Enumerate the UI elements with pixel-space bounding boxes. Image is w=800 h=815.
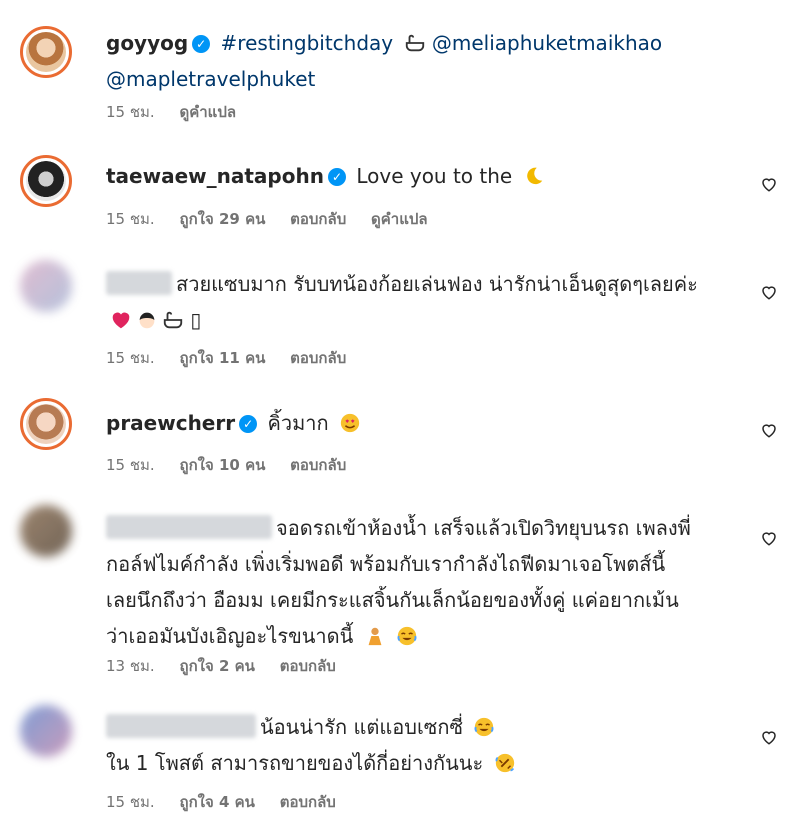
comment-body: จอดรถเข้าห้องน้ำ เสร็จแล้วเปิดวิทยุบนรถ … (106, 510, 740, 654)
comment-body: สวยแซบมาก รับบทน้องก้อยเล่นฟอง น่ารักน่า… (106, 266, 740, 338)
verified-badge-icon: ✓ (239, 415, 258, 433)
reply-button[interactable]: ตอบกลับ (290, 456, 346, 474)
bathtub-icon (163, 311, 183, 329)
timestamp: 15 ชม. (106, 456, 155, 474)
username[interactable]: praewcherr (106, 411, 235, 435)
heart-outline-icon[interactable] (760, 728, 778, 746)
avatar[interactable] (20, 398, 72, 450)
bathtub-icon (405, 34, 424, 52)
crescent-moon-icon (526, 167, 542, 185)
comment-meta: 13 ชม. ถูกใจ 2 คน ตอบกลับ (106, 654, 356, 678)
comment-meta: 15 ชม. ถูกใจ 4 คน ตอบกลับ (106, 790, 356, 814)
tears-of-joy-emoji-icon (397, 626, 417, 646)
reply-button[interactable]: ตอบกลับ (280, 657, 336, 675)
verified-badge-icon: ✓ (327, 168, 346, 186)
timestamp: 15 ชม. (106, 210, 155, 228)
timestamp: 13 ชม. (106, 657, 155, 675)
username[interactable]: goyyog (106, 31, 188, 55)
emoji-group: ▯ (106, 308, 201, 332)
comment-meta: 15 ชม. ถูกใจ 11 คน ตอบกลับ (106, 346, 366, 370)
see-translation-link[interactable]: ดูคำแปล (371, 210, 428, 228)
comment-text: ▯ (190, 308, 202, 332)
comment-body: praewcherr ✓ คิ้วมาก (106, 405, 740, 441)
comment-text: ใน 1 โพสต์ สามารถขายของได้กี่อย่างกันนะ (106, 751, 484, 775)
comment-text: กอล์ฟไมค์กำลัง เพิ่งเริ่มพอดี พร้อมกับเร… (106, 552, 666, 576)
comment-meta: 15 ชม. ถูกใจ 10 คน ตอบกลับ (106, 453, 366, 477)
timestamp: 15 ชม. (106, 103, 155, 121)
avatar[interactable] (20, 26, 72, 78)
comment-text: เลยนึกถึงว่า อือมม เคยมีกระแสจิ้นกันเล็ก… (106, 588, 679, 612)
reply-button[interactable]: ตอบกลับ (290, 210, 346, 228)
heart-outline-icon[interactable] (760, 175, 778, 193)
reply-button[interactable]: ตอบกลับ (280, 793, 336, 811)
comment-text: จอดรถเข้าห้องน้ำ เสร็จแล้วเปิดวิทยุบนรถ … (276, 516, 691, 540)
likes-count[interactable]: ถูกใจ 11 คน (179, 349, 265, 367)
avatar[interactable] (20, 260, 72, 312)
likes-count[interactable]: ถูกใจ 10 คน (179, 456, 265, 474)
comments-feed: goyyog ✓ #restingbitchday @meliaphuketmai… (0, 0, 800, 815)
red-heart-icon (112, 312, 130, 329)
username[interactable]: taewaew_natapohn (106, 164, 324, 188)
timestamp: 15 ชม. (106, 349, 155, 367)
tears-of-joy-emoji-icon (474, 717, 494, 737)
avatar[interactable] (20, 705, 72, 757)
comment-body: goyyog ✓ #restingbitchday @meliaphuketmai… (106, 25, 740, 97)
hashtag-link[interactable]: #restingbitchday (221, 31, 394, 55)
username-redacted[interactable] (106, 271, 172, 295)
heart-outline-icon[interactable] (760, 283, 778, 301)
comment-text: Love you to the (356, 164, 513, 188)
comment-body: taewaew_natapohn ✓ Love you to the (106, 158, 740, 194)
comment-text: ว่าเออมันบังเอิญอะไรขนาดนี้ (106, 624, 354, 648)
comment-text: น้อนน่ารัก แต่แอบเซกซี่ (260, 715, 464, 739)
heart-eyes-emoji-icon (340, 413, 360, 433)
avatar[interactable] (20, 505, 72, 557)
mention-link[interactable]: @mapletravelphuket (106, 67, 315, 91)
likes-count[interactable]: ถูกใจ 4 คน (179, 793, 254, 811)
see-translation-link[interactable]: ดูคำแปล (179, 103, 236, 121)
username-redacted[interactable] (106, 714, 256, 738)
comment-text: สวยแซบมาก รับบทน้องก้อยเล่นฟอง น่ารักน่า… (176, 272, 698, 296)
comment-body: น้อนน่ารัก แต่แอบเซกซี่ ใน 1 โพสต์ สามาร… (106, 709, 740, 781)
woman-face-icon (139, 312, 155, 329)
timestamp: 15 ชม. (106, 793, 155, 811)
likes-count[interactable]: ถูกใจ 2 คน (179, 657, 254, 675)
comment-meta: 15 ชม. ดูคำแปล (106, 100, 256, 124)
username-redacted[interactable] (106, 515, 272, 539)
reply-button[interactable]: ตอบกลับ (290, 349, 346, 367)
likes-count[interactable]: ถูกใจ 29 คน (179, 210, 265, 228)
heart-outline-icon[interactable] (760, 421, 778, 439)
rolling-laughing-emoji-icon (495, 753, 514, 773)
mention-link[interactable]: @meliaphuketmaikhao (432, 31, 662, 55)
comment-meta: 15 ชม. ถูกใจ 29 คน ตอบกลับ ดูคำแปล (106, 207, 448, 231)
avatar[interactable] (20, 155, 72, 207)
comment-text: คิ้วมาก (267, 411, 329, 435)
verified-badge-icon: ✓ (192, 35, 211, 53)
bowing-person-icon (368, 627, 382, 646)
heart-outline-icon[interactable] (760, 529, 778, 547)
